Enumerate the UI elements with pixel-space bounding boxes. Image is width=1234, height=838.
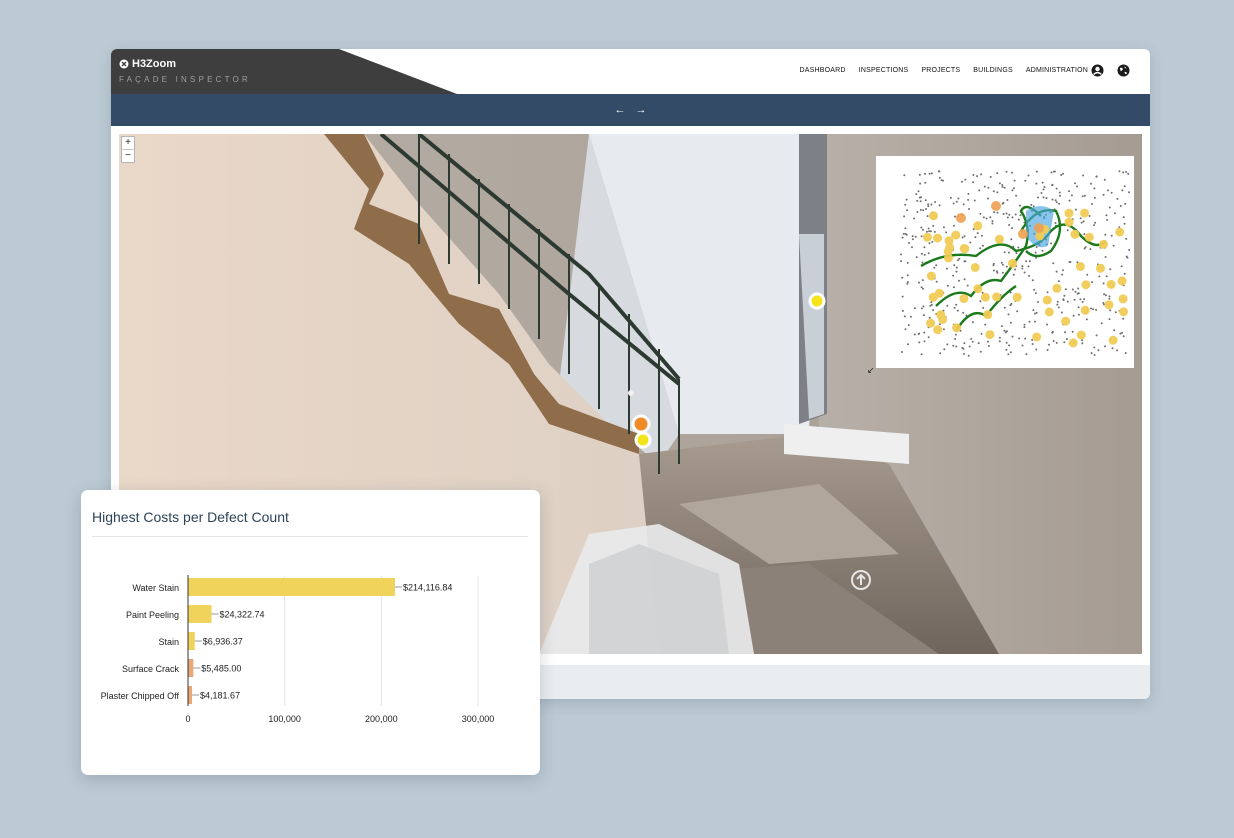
bar-chart: 0 100,000 200,000 300,000 Water Stain $214,11… bbox=[101, 575, 495, 724]
defect-marker[interactable] bbox=[808, 292, 826, 310]
category-label: Plaster Chipped Off bbox=[101, 691, 180, 701]
nav-icons bbox=[1091, 64, 1130, 77]
nav-buildings[interactable]: BUILDINGS bbox=[973, 67, 1013, 74]
bar bbox=[188, 605, 212, 623]
x-tick-label: 100,000 bbox=[268, 714, 301, 724]
bar bbox=[188, 686, 193, 704]
main-nav: DASHBOARD INSPECTIONS PROJECTS BUILDINGS… bbox=[800, 67, 1088, 74]
brand-banner: H3Zoom FAÇADE INSPECTOR bbox=[111, 49, 457, 94]
nav-administration[interactable]: ADMINISTRATION bbox=[1026, 67, 1088, 74]
user-circle-icon[interactable] bbox=[1091, 64, 1104, 77]
point-cloud-map bbox=[900, 170, 1131, 357]
zoom-out-button[interactable]: − bbox=[122, 149, 134, 162]
next-arrow-button[interactable]: → bbox=[636, 104, 647, 116]
defect-marker[interactable] bbox=[634, 431, 652, 449]
bar bbox=[188, 659, 194, 677]
data-label: $6,936.37 bbox=[203, 637, 243, 647]
globe-icon[interactable] bbox=[1117, 64, 1130, 77]
app-logo[interactable]: H3Zoom bbox=[119, 58, 176, 70]
cost-chart-card: Highest Costs per Defect Count 0 100,000 2… bbox=[81, 490, 540, 775]
collapse-minimap-icon[interactable]: ↙ bbox=[867, 365, 875, 376]
zoom-control: + − bbox=[121, 136, 135, 163]
zoom-in-button[interactable]: + bbox=[122, 137, 134, 149]
data-label: $214,116.84 bbox=[403, 583, 452, 593]
bar bbox=[188, 632, 195, 650]
nav-inspections[interactable]: INSPECTIONS bbox=[859, 67, 909, 74]
category-label: Water Stain bbox=[132, 583, 179, 593]
app-subtitle: FAÇADE INSPECTOR bbox=[119, 75, 251, 84]
category-label: Surface Crack bbox=[122, 664, 180, 674]
data-label: $4,181.67 bbox=[200, 691, 240, 701]
navigation-bar: ← → bbox=[111, 94, 1150, 126]
logo-text: H3Zoom bbox=[132, 58, 176, 70]
floor-minimap[interactable] bbox=[876, 156, 1134, 368]
logo-icon bbox=[119, 59, 129, 69]
category-label: Paint Peeling bbox=[126, 610, 179, 620]
nav-dashboard[interactable]: DASHBOARD bbox=[800, 67, 846, 74]
data-label: $24,322.74 bbox=[220, 610, 265, 620]
x-tick-label: 300,000 bbox=[462, 714, 495, 724]
nav-projects[interactable]: PROJECTS bbox=[921, 67, 960, 74]
defect-marker[interactable] bbox=[631, 414, 651, 434]
previous-arrow-button[interactable]: ← bbox=[615, 104, 626, 116]
x-tick-label: 200,000 bbox=[365, 714, 398, 724]
category-label: Stain bbox=[158, 637, 179, 647]
data-label: $5,485.00 bbox=[201, 664, 241, 674]
x-tick-label: 0 bbox=[185, 714, 190, 724]
bar bbox=[188, 578, 395, 596]
